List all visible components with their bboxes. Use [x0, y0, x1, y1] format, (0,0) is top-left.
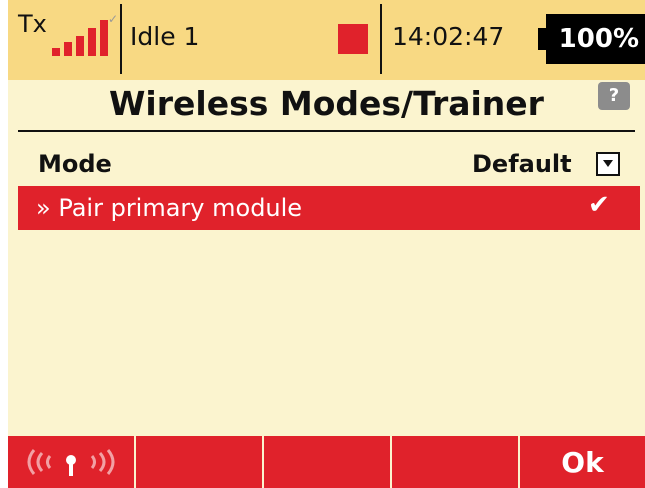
softkey-wireless[interactable]: [8, 436, 134, 488]
clock: 14:02:47: [392, 22, 505, 51]
help-icon[interactable]: ?: [598, 82, 630, 110]
separator: [380, 4, 382, 74]
tx-label: Tx: [18, 10, 47, 38]
page-title: Wireless Modes/Trainer: [109, 84, 544, 123]
ok-button[interactable]: Ok: [520, 436, 645, 488]
battery-percent: 100%: [558, 24, 639, 54]
softkey-2[interactable]: [136, 436, 262, 488]
list-item[interactable]: » Pair primary module ✔: [18, 186, 640, 230]
wireless-icon: [27, 449, 115, 476]
checkmark-icon: ✔: [588, 190, 610, 220]
softkey-bar: Ok: [8, 436, 645, 488]
signal-strength-icon: [48, 16, 108, 56]
separator: [120, 4, 122, 74]
softkey-4[interactable]: [392, 436, 518, 488]
battery-indicator: 100%: [546, 14, 645, 64]
model-name[interactable]: Idle 1: [130, 22, 199, 51]
timer-status-icon: [338, 24, 368, 54]
mode-label: Mode: [38, 150, 112, 178]
softkey-3[interactable]: [264, 436, 390, 488]
dropdown-arrow-icon[interactable]: [596, 152, 620, 176]
transmitter-screen: Tx ✓ Idle 1 14:02:47 100% Wireless Modes…: [8, 0, 645, 488]
list-item-label: » Pair primary module: [36, 194, 303, 222]
status-bar: Tx ✓ Idle 1 14:02:47 100%: [8, 0, 645, 80]
default-label: Default: [472, 150, 572, 178]
title-divider: [18, 130, 635, 132]
telemetry-check-icon: ✓: [108, 12, 119, 26]
